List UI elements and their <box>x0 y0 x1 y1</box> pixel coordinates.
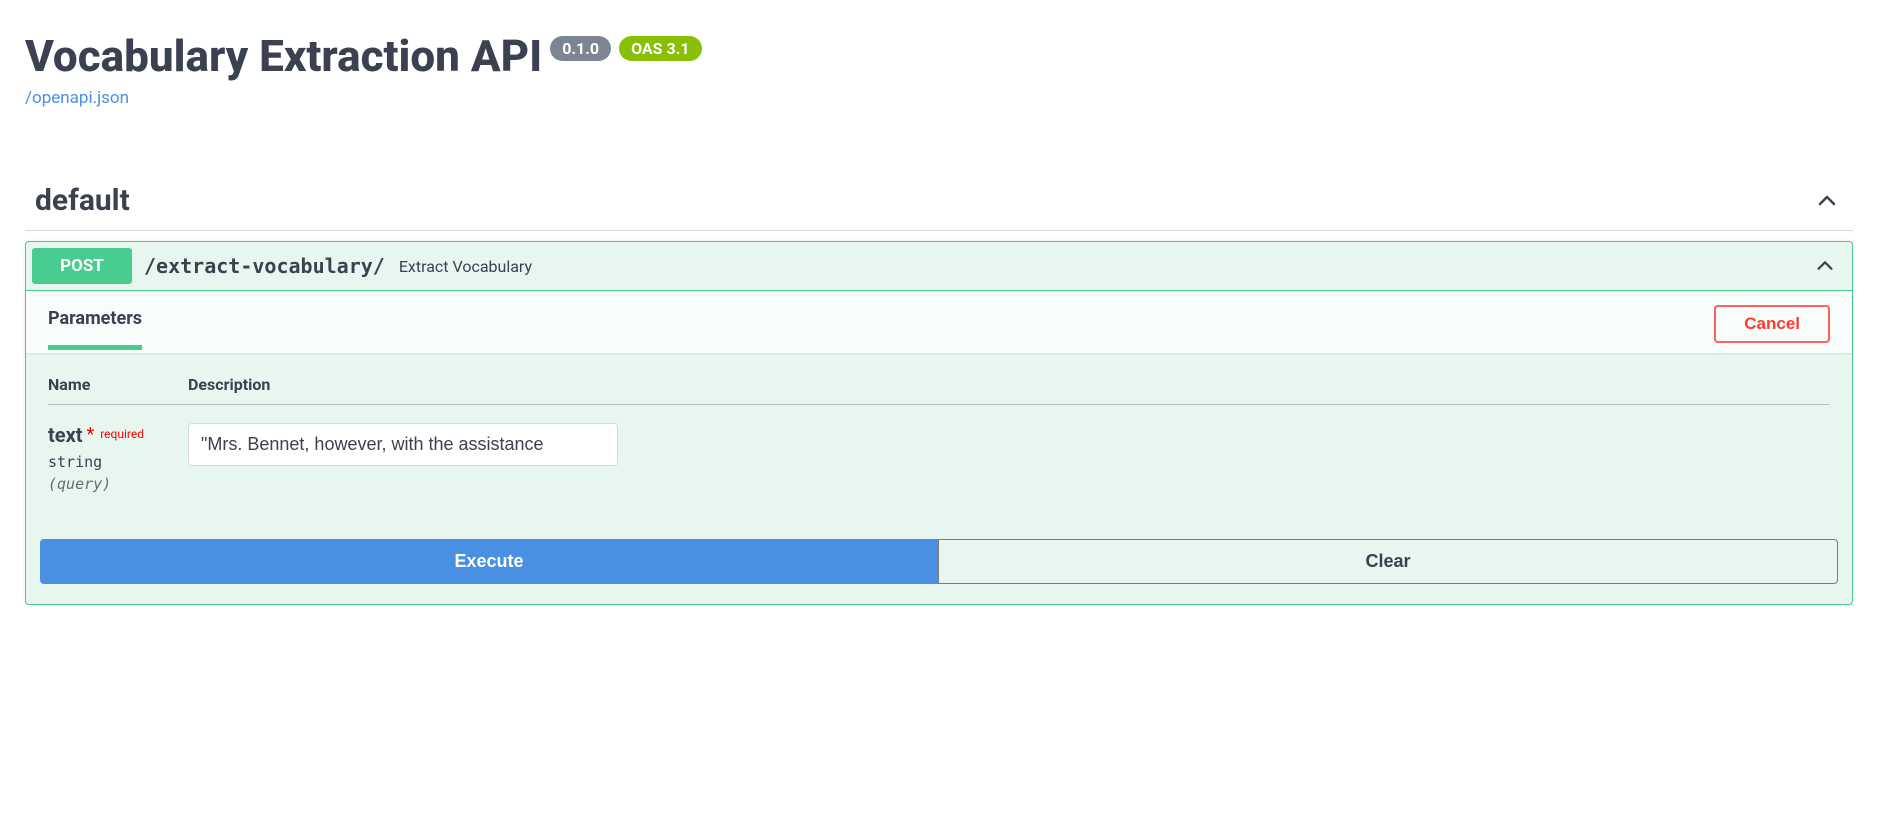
chevron-up-icon <box>1815 189 1839 213</box>
tab-parameters[interactable]: Parameters <box>48 308 142 350</box>
operation-block: POST /extract-vocabulary/ Extract Vocabu… <box>25 241 1853 605</box>
clear-button[interactable]: Clear <box>938 539 1838 584</box>
api-header: Vocabulary Extraction API 0.1.0 OAS 3.1 … <box>25 0 1853 118</box>
section-title: default <box>35 183 130 218</box>
method-badge: POST <box>32 248 132 284</box>
parameter-name-cell: text * required string (query) <box>48 423 188 493</box>
column-description-header: Description <box>188 375 1830 394</box>
version-badge: 0.1.0 <box>550 36 611 61</box>
required-label: required <box>100 427 144 441</box>
parameters-header: Parameters Cancel <box>26 291 1852 353</box>
operation-summary: Extract Vocabulary <box>399 257 532 276</box>
parameters-table-header: Name Description <box>48 375 1830 405</box>
operation-path: /extract-vocabulary/ <box>144 254 385 278</box>
parameter-description-cell <box>188 423 1830 493</box>
parameter-name: text <box>48 423 83 447</box>
operation-summary-toggle[interactable]: POST /extract-vocabulary/ Extract Vocabu… <box>26 242 1852 290</box>
parameter-in: (query) <box>48 475 188 493</box>
text-input[interactable] <box>188 423 618 466</box>
spec-link[interactable]: /openapi.json <box>25 88 129 108</box>
api-title: Vocabulary Extraction API <box>25 30 542 82</box>
parameter-type: string <box>48 453 188 471</box>
execute-button[interactable]: Execute <box>40 539 938 584</box>
parameters-content: Name Description text * required string … <box>26 353 1852 503</box>
column-name-header: Name <box>48 375 188 394</box>
parameter-row: text * required string (query) <box>48 405 1830 493</box>
chevron-up-icon <box>1814 255 1836 277</box>
cancel-button[interactable]: Cancel <box>1714 305 1830 343</box>
oas-badge: OAS 3.1 <box>619 36 701 61</box>
section-toggle[interactable]: default <box>25 173 1853 231</box>
operation-body: Parameters Cancel Name Description text … <box>26 290 1852 604</box>
tag-section: default POST /extract-vocabulary/ Extrac… <box>25 173 1853 605</box>
required-star-icon: * <box>86 424 94 445</box>
action-row: Execute Clear <box>26 503 1852 604</box>
